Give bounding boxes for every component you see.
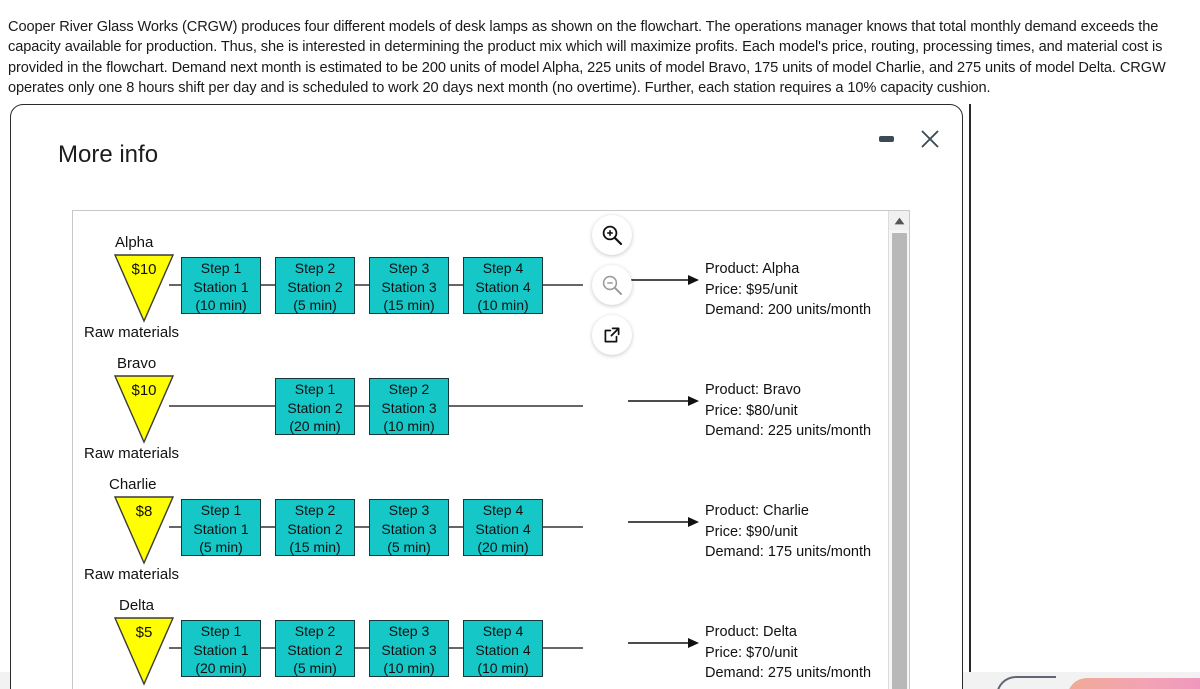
zoom-in-icon: [602, 225, 623, 246]
scroll-up-button[interactable]: [889, 211, 909, 230]
raw-materials-label-bravo: Raw materials: [84, 445, 180, 462]
dialog-title: More info: [58, 141, 159, 168]
station-box-charlie-4[interactable]: Step 4 Station 4 (20 min): [463, 499, 543, 556]
close-icon: [921, 130, 939, 148]
raw-material-triangle-charlie: $8: [113, 495, 175, 565]
product-info-bravo: Product: Bravo Price: $80/unit Demand: 2…: [705, 380, 871, 442]
station-box-alpha-3[interactable]: Step 3 Station 3 (15 min): [369, 257, 449, 314]
station-box-delta-1[interactable]: Step 1 Station 1 (20 min): [181, 620, 261, 677]
diagram-zoom-toolbar: [592, 215, 636, 355]
flowchart-canvas: Alpha $10 Raw materials Step 1 Station 1…: [73, 211, 889, 689]
station-box-alpha-1[interactable]: Step 1 Station 1 (10 min): [181, 257, 261, 314]
background-rounded-panel: [996, 676, 1056, 689]
product-name-bravo: Bravo: [117, 355, 157, 372]
raw-material-triangle-alpha: $10: [113, 253, 175, 323]
connector-bravo-out: [449, 400, 583, 412]
info-arrow-charlie: [628, 515, 700, 533]
product-info-demand-charlie: Demand: 175 units/month: [705, 544, 872, 560]
product-info-name-charlie: Product: Charlie: [705, 503, 809, 519]
product-info-demand-alpha: Demand: 200 units/month: [705, 302, 872, 318]
flow-row-alpha: Alpha $10 Raw materials Step 1 Station 1…: [73, 223, 889, 343]
product-info-alpha: Product: Alpha Price: $95/unit Demand: 2…: [705, 259, 871, 321]
problem-statement: Cooper River Glass Works (CRGW) produces…: [8, 18, 1166, 97]
connector-alpha-out: [543, 279, 583, 291]
info-arrow-alpha: [628, 273, 700, 291]
station-box-delta-4[interactable]: Step 4 Station 4 (10 min): [463, 620, 543, 677]
zoom-out-button[interactable]: [592, 265, 632, 305]
product-name-delta: Delta: [119, 597, 155, 614]
product-info-price-alpha: Price: $95/unit: [705, 281, 798, 298]
product-info-price-delta: Price: $70/unit: [705, 644, 798, 661]
background-gradient-pill: [1067, 678, 1200, 689]
caret-up-icon: [894, 217, 904, 224]
minimize-button[interactable]: [872, 125, 900, 153]
station-box-alpha-2[interactable]: Step 2 Station 2 (5 min): [275, 257, 355, 314]
external-link-icon: [604, 327, 620, 343]
info-arrow-delta: [628, 636, 700, 654]
diagram-vertical-scrollbar[interactable]: [888, 211, 909, 689]
product-info-name-bravo: Product: Bravo: [705, 382, 801, 398]
product-info-delta: Product: Delta Price: $70/unit Demand: 2…: [705, 622, 871, 684]
flow-row-bravo: Bravo $10 Raw materials Step 1 Station 2…: [73, 344, 889, 464]
close-button[interactable]: [916, 125, 944, 153]
raw-material-triangle-delta: $5: [113, 616, 175, 686]
product-info-price-bravo: Price: $80/unit: [705, 402, 798, 419]
raw-materials-label-alpha: Raw materials: [84, 324, 180, 341]
station-box-charlie-2[interactable]: Step 2 Station 2 (15 min): [275, 499, 355, 556]
product-info-demand-bravo: Demand: 225 units/month: [705, 423, 872, 439]
station-box-charlie-3[interactable]: Step 3 Station 3 (5 min): [369, 499, 449, 556]
material-cost-charlie: $8: [135, 503, 153, 520]
station-box-alpha-4[interactable]: Step 4 Station 4 (10 min): [463, 257, 543, 314]
flowchart-viewport: Alpha $10 Raw materials Step 1 Station 1…: [72, 210, 910, 689]
station-box-charlie-1[interactable]: Step 1 Station 1 (5 min): [181, 499, 261, 556]
connector-delta-out: [543, 642, 583, 654]
open-in-new-window-button[interactable]: [592, 315, 632, 355]
material-cost-delta: $5: [135, 624, 153, 641]
product-name-charlie: Charlie: [109, 476, 157, 493]
page-root: Cooper River Glass Works (CRGW) produces…: [0, 0, 1200, 689]
dialog-titlebar: More info: [11, 105, 962, 185]
product-info-demand-delta: Demand: 275 units/month: [705, 665, 872, 681]
product-info-name-alpha: Product: Alpha: [705, 261, 800, 277]
raw-material-triangle-bravo: $10: [113, 374, 175, 444]
zoom-in-button[interactable]: [592, 215, 632, 255]
station-box-delta-3[interactable]: Step 3 Station 3 (10 min): [369, 620, 449, 677]
station-box-bravo-1[interactable]: Step 1 Station 2 (20 min): [275, 378, 355, 435]
minimize-icon: [878, 136, 894, 142]
station-box-bravo-2[interactable]: Step 2 Station 3 (10 min): [369, 378, 449, 435]
material-cost-bravo: $10: [131, 382, 157, 399]
raw-materials-label-charlie: Raw materials: [84, 566, 180, 583]
window-controls: [872, 125, 944, 153]
product-info-name-delta: Product: Delta: [705, 624, 797, 640]
background-panel-divider: [969, 104, 971, 672]
flow-row-charlie: Charlie $8 Raw materials Step 1 Station …: [73, 465, 889, 585]
more-info-dialog: More info Alpha $10 Raw materials Step 1…: [10, 104, 963, 689]
material-cost-alpha: $10: [131, 261, 157, 278]
scrollbar-thumb[interactable]: [892, 233, 907, 689]
zoom-out-icon: [602, 275, 622, 295]
product-info-price-charlie: Price: $90/unit: [705, 523, 798, 540]
product-name-alpha: Alpha: [115, 234, 154, 251]
connector-charlie-out: [543, 521, 583, 533]
info-arrow-bravo: [628, 394, 700, 412]
station-box-delta-2[interactable]: Step 2 Station 2 (5 min): [275, 620, 355, 677]
flow-row-delta: Delta $5 Raw materials Step 1 Station 1 …: [73, 586, 889, 689]
product-info-charlie: Product: Charlie Price: $90/unit Demand:…: [705, 501, 871, 563]
